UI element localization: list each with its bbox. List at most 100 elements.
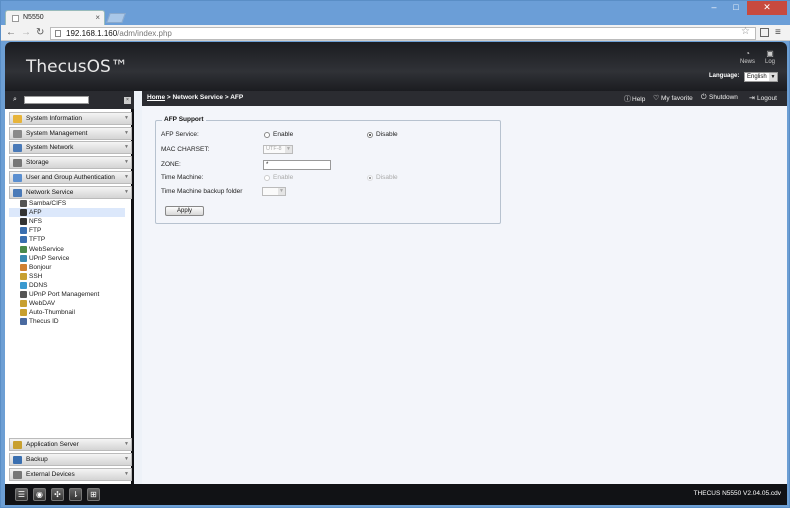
sidebar-category-label: User and Group Authentication <box>26 173 115 181</box>
afp-icon <box>20 209 27 217</box>
app-body: ⌕ × System Information ▼ System Management… <box>5 91 787 484</box>
language-value: English <box>747 74 767 80</box>
reload-icon[interactable]: ↻ <box>36 27 44 39</box>
news-label: News <box>740 59 756 65</box>
time-machine-enable-radio[interactable] <box>264 175 270 181</box>
afp-enable-radio[interactable] <box>264 132 270 138</box>
bookmark-star-icon[interactable]: ☆ <box>741 26 750 37</box>
chevron-down-icon: ▼ <box>124 144 129 151</box>
language-label: Language: <box>709 73 740 79</box>
log-button[interactable]: ▣ Log <box>765 49 776 66</box>
menu-search-input[interactable] <box>24 96 89 104</box>
news-button[interactable]: ◔ News <box>740 49 756 66</box>
clear-search-icon[interactable]: × <box>124 97 131 104</box>
zone-input[interactable]: * <box>263 160 331 170</box>
close-window-button[interactable]: ✕ <box>747 1 787 15</box>
sidebar-item-nfs[interactable]: NFS <box>18 217 134 226</box>
sidebar-search-bar: ⌕ × <box>5 91 134 109</box>
language-select[interactable]: English ▼ <box>744 72 778 82</box>
forward-arrow-icon[interactable]: → <box>21 27 31 39</box>
sidebar-item-webservice[interactable]: WebService <box>18 245 134 254</box>
app-footer: ☰ ◉ ✣ ⇂ ⊞ THECUS N5550 V2.04.05.cdv <box>5 484 787 505</box>
sidebar-item-upnp-service[interactable]: UPnP Service <box>18 254 134 263</box>
samba-icon <box>20 200 27 207</box>
address-bar[interactable]: 192.168.1.160/adm/index.php <box>50 27 756 40</box>
sidebar-item-samba-cifs[interactable]: Samba/CIFS <box>18 199 134 208</box>
sidebar: ⌕ × System Information ▼ System Management… <box>5 91 134 484</box>
sidebar-item-upnp-port-management[interactable]: UPnP Port Management <box>18 290 134 299</box>
ddns-icon <box>20 281 27 289</box>
thumbnail-icon <box>20 309 27 317</box>
sidebar-category-backup[interactable]: Backup ▼ <box>9 453 132 466</box>
sidebar-category-label: Backup <box>26 456 48 463</box>
sidebar-category-storage[interactable]: Storage ▼ <box>9 156 132 170</box>
sidebar-item-thecus-id[interactable]: Thecus ID <box>18 317 134 326</box>
sidebar-category-network-service[interactable]: Network Service ▼ <box>9 185 132 199</box>
sidebar-category-label: System Network <box>26 144 74 152</box>
sidebar-item-label: SSH <box>29 272 43 280</box>
page-icon <box>55 30 61 37</box>
window-controls: – □ ✕ <box>703 1 787 15</box>
task-list-icon[interactable]: ☰ <box>15 488 28 501</box>
new-tab-button[interactable] <box>106 13 126 23</box>
tab-close-icon[interactable]: × <box>95 13 100 22</box>
thecus-id-icon <box>20 318 27 326</box>
fan-icon[interactable]: ✣ <box>51 488 64 501</box>
chevron-down-icon: ▼ <box>124 188 129 195</box>
chevron-down-icon: ▼ <box>124 159 129 166</box>
back-arrow-icon[interactable]: ← <box>6 27 16 39</box>
extension-icon[interactable] <box>760 28 769 37</box>
time-machine-disable-radio[interactable] <box>367 175 373 181</box>
upnp-port-icon <box>20 291 27 298</box>
time-machine-folder-select[interactable]: ▼ <box>262 187 286 196</box>
temperature-icon[interactable]: ⇂ <box>69 488 82 501</box>
chat-icon: ▣ <box>766 49 774 58</box>
sidebar-item-webdav[interactable]: WebDAV <box>18 299 134 308</box>
app-header: ThecusOS™ ◔ News ▣ Log Language: English… <box>5 42 787 91</box>
browser-tab[interactable]: N5550 × <box>5 10 105 25</box>
sidebar-category-system-network[interactable]: System Network ▼ <box>9 141 132 155</box>
afp-disable-radio[interactable] <box>367 132 373 138</box>
camera-icon[interactable]: ◉ <box>33 488 46 501</box>
sidebar-category-user-and-group-authentication[interactable]: User and Group Authentication ▼ <box>9 170 132 184</box>
logout-button[interactable]: ⇥ Logout <box>749 94 777 102</box>
zone-label: ZONE: <box>161 161 181 168</box>
apply-button[interactable]: Apply <box>165 206 204 216</box>
maximize-button[interactable]: □ <box>725 1 747 15</box>
sidebar-item-ssh[interactable]: SSH <box>18 272 134 281</box>
sidebar-category-system-information[interactable]: System Information ▼ <box>9 112 132 125</box>
breadcrumb-home-link[interactable]: Home <box>147 94 165 101</box>
sidebar-item-label: Bonjour <box>29 263 52 271</box>
sidebar-item-ddns[interactable]: DDNS <box>18 281 134 290</box>
afp-service-label: AFP Service: <box>161 131 199 138</box>
backup-icon <box>13 456 22 464</box>
favorite-label: My favorite <box>661 95 693 102</box>
afp-support-legend: AFP Support <box>162 116 206 123</box>
sidebar-item-afp[interactable]: AFP <box>9 208 125 218</box>
help-button[interactable]: ⓘHelp <box>624 94 645 104</box>
sidebar-item-bonjour[interactable]: Bonjour <box>18 263 134 272</box>
log-label: Log <box>765 59 776 65</box>
ftp-icon <box>20 227 27 235</box>
my-favorite-button[interactable]: ♡ My favorite <box>653 94 693 102</box>
sidebar-category-system-management[interactable]: System Management ▼ <box>9 126 132 140</box>
sidebar-category-label: External Devices <box>26 471 75 478</box>
sidebar-item-ftp[interactable]: FTP <box>18 226 134 235</box>
menu-icon[interactable]: ≡ <box>775 27 781 38</box>
chevron-down-icon: ▼ <box>285 146 292 153</box>
power-icon: ⏻ <box>701 94 707 101</box>
mac-charset-select[interactable]: UTF-8 ▼ <box>263 145 293 154</box>
sidebar-item-tftp[interactable]: TFTP <box>18 235 134 244</box>
search-icon: ⌕ <box>13 96 17 103</box>
shutdown-button[interactable]: ⏻ Shutdown <box>701 94 738 102</box>
time-machine-label: Time Machine: <box>161 174 204 181</box>
chevron-down-icon: ▼ <box>124 173 129 180</box>
rss-icon: ◔ <box>745 49 750 58</box>
sidebar-category-application-server[interactable]: Application Server ▼ <box>9 438 132 451</box>
ssh-icon <box>20 272 27 280</box>
sidebar-category-external-devices[interactable]: External Devices ▼ <box>9 468 132 481</box>
network-icon <box>13 144 22 153</box>
network-topology-icon[interactable]: ⊞ <box>87 488 100 501</box>
minimize-button[interactable]: – <box>703 1 725 15</box>
sidebar-item-auto-thumbnail[interactable]: Auto-Thumbnail <box>18 308 134 317</box>
